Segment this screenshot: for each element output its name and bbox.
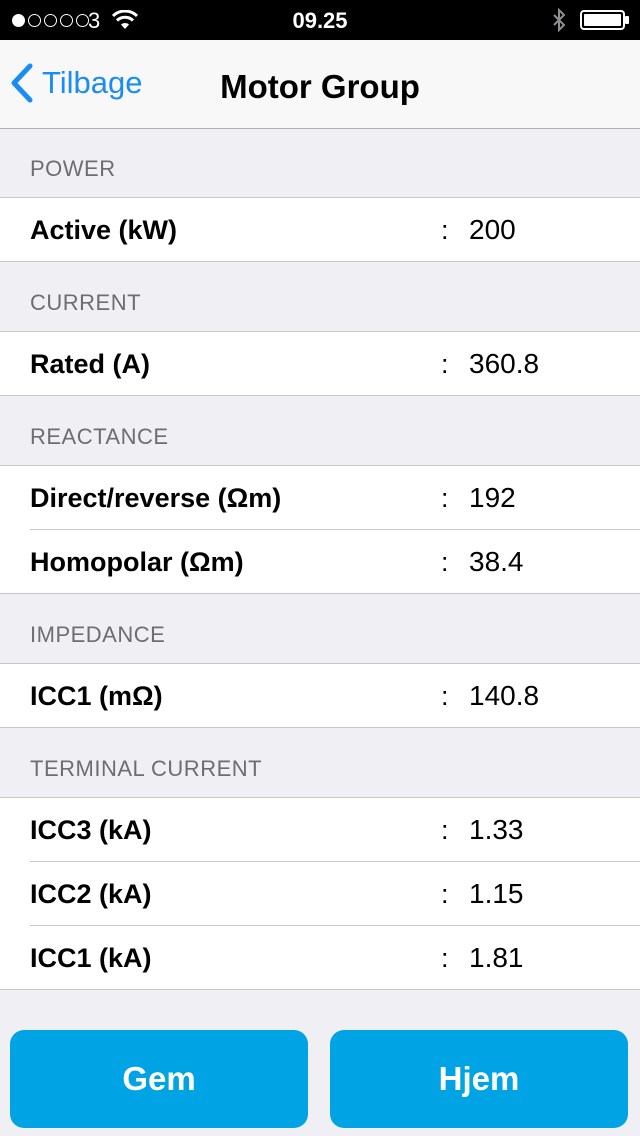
row-separator: :: [441, 815, 449, 845]
row-separator: :: [441, 483, 449, 513]
list-item: ICC1 (mΩ) : 140.8: [0, 664, 640, 728]
row-label: Active (kW): [30, 215, 178, 245]
row-separator: :: [441, 943, 449, 973]
row-label: Rated (A): [30, 349, 150, 379]
section-header-impedance: IMPEDANCE: [0, 594, 640, 664]
list-item: ICC1 (kA) : 1.81: [0, 926, 640, 990]
battery-icon: [580, 10, 629, 30]
row-label: Homopolar (Ωm): [30, 547, 244, 577]
row-separator: :: [441, 349, 449, 379]
save-button[interactable]: Gem: [10, 1030, 308, 1128]
section-header-power: POWER: [0, 128, 640, 198]
navigation-bar: Tilbage Motor Group: [0, 40, 640, 129]
section-header-reactance: REACTANCE: [0, 396, 640, 466]
list-item: Rated (A) : 360.8: [0, 332, 640, 396]
list-item: Homopolar (Ωm) : 38.4: [0, 530, 640, 594]
list-item: Active (kW) : 200: [0, 198, 640, 262]
home-button[interactable]: Hjem: [330, 1030, 628, 1128]
row-value: 360.8: [469, 348, 540, 379]
row-value: 140.8: [469, 680, 540, 711]
row-label: ICC3 (kA): [30, 815, 152, 845]
row-value: 200: [469, 214, 516, 245]
row-value: 1.15: [469, 878, 524, 909]
row-label: ICC1 (kA): [30, 943, 152, 973]
row-separator: :: [441, 215, 449, 245]
row-separator: :: [441, 547, 449, 577]
row-value: 1.81: [469, 942, 524, 973]
row-separator: :: [441, 681, 449, 711]
section-header-terminal-current: TERMINAL CURRENT: [0, 728, 640, 798]
status-bar: 3 09.25: [0, 0, 640, 40]
row-value: 192: [469, 482, 516, 513]
row-label: Direct/reverse (Ωm): [30, 483, 282, 513]
list-item: Direct/reverse (Ωm) : 192: [0, 466, 640, 530]
status-time: 09.25: [292, 8, 348, 33]
settings-list: POWER Active (kW) : 200 CURRENT Rated (A…: [0, 128, 640, 990]
list-item: ICC2 (kA) : 1.15: [0, 862, 640, 926]
bluetooth-icon: [553, 8, 566, 32]
row-value: 1.33: [469, 814, 524, 845]
row-value: 38.4: [469, 546, 524, 577]
section-header-current: CURRENT: [0, 262, 640, 332]
row-separator: :: [441, 879, 449, 909]
list-item: ICC3 (kA) : 1.33: [0, 798, 640, 862]
page-title: Motor Group: [220, 68, 420, 105]
row-label: ICC2 (kA): [30, 879, 152, 909]
row-label: ICC1 (mΩ): [30, 681, 163, 711]
